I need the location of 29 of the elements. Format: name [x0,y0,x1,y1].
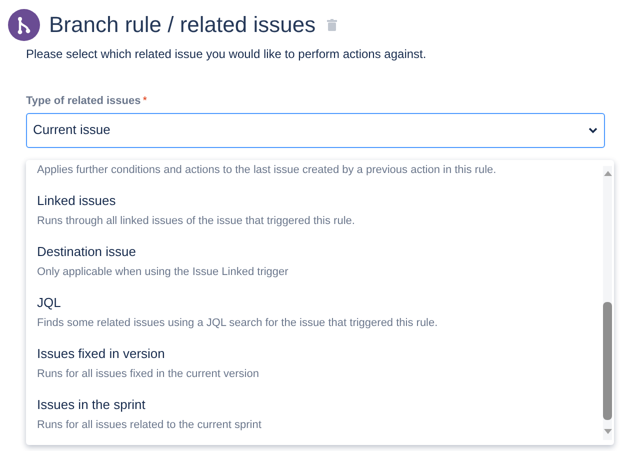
option-title: Linked issues [37,193,117,209]
option-title: Issues in the sprint [37,397,146,413]
scroll-up-icon[interactable] [604,171,612,176]
related-issues-select[interactable]: Current issue [26,112,605,148]
scrollbar-thumb[interactable] [603,302,612,420]
dropdown-option[interactable]: JQL Finds some related issues using a JQL search for the issue that triggered this rule. [37,287,594,338]
instruction-text: Please select which related issue you would like to perform actions against. [26,46,428,63]
option-title: Issues fixed in version [37,346,166,362]
option-description: Finds some related issues using a JQL search for the issue that triggered this rule. [37,316,439,330]
dropdown-option[interactable]: Linked issues Runs through all linked issues of the issue that triggered this rule. [37,185,594,236]
scrollbar[interactable] [603,166,612,440]
option-description: Only applicable when using the Issue Linked trigger [37,265,290,279]
option-description: Runs through all linked issues of the issue that triggered this rule. [37,214,356,228]
option-description: Runs for all issues fixed in the current version [37,367,260,381]
required-mark: * [142,94,148,109]
dropdown-option[interactable]: Issues in the sprint Runs for all issues related to the current sprint [37,389,594,440]
scroll-down-icon[interactable] [604,429,612,434]
option-title: JQL [37,295,62,311]
branch-icon [8,8,40,40]
option-description: Runs for all issues related to the current sprint [37,418,262,432]
dropdown-option[interactable]: Destination issue Only applicable when using the Issue Linked trigger [37,236,594,287]
dropdown-option[interactable]: Applies further conditions and actions to the last issue created by a previous action in this rule. [37,160,594,185]
option-title: Destination issue [37,244,137,260]
chevron-down-icon [588,126,598,134]
field-label: Type of related issues [26,94,141,109]
trash-icon[interactable] [326,18,337,30]
page-title: Branch rule / related issues [49,11,316,39]
option-description: Applies further conditions and actions to the last issue created by a previous action in this rule. [37,163,498,177]
dropdown-option[interactable]: Issues fixed in version Runs for all issues fixed in the current version [37,338,594,389]
